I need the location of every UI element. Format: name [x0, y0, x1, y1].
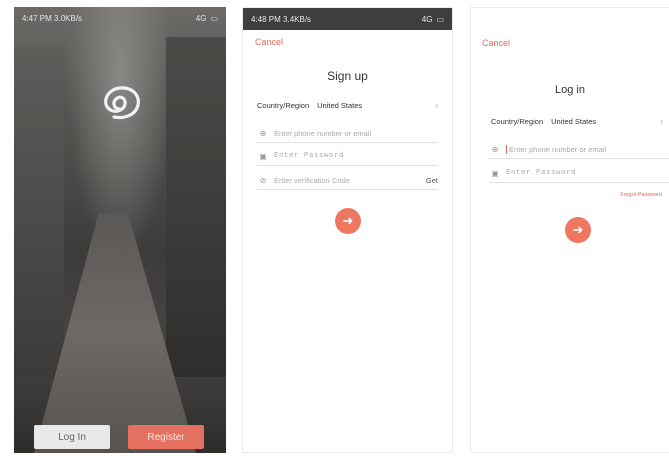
text-cursor	[506, 144, 507, 154]
status-net: 3.4KB/s	[283, 14, 312, 24]
region-value: United States	[317, 100, 363, 110]
status-time: 4:48 PM	[251, 14, 281, 24]
phone-placeholder: Enter phone number or email	[509, 144, 607, 154]
login-submit-button[interactable]: ➜	[565, 217, 591, 243]
status-signal: 4G	[195, 13, 207, 23]
region-value: United States	[551, 116, 597, 126]
country-region-selector[interactable]: Country/Region United States ›	[257, 97, 438, 113]
login-screen: Cancel Log in Country/Region United Stat…	[470, 7, 669, 453]
lock-icon: ▣	[491, 168, 499, 178]
password-input[interactable]: ▣ Enter Password	[489, 164, 669, 183]
app-logo-icon	[104, 86, 140, 120]
signup-screen: 4:48 PM 3.4KB/s 4G ▭ Cancel Sign up Coun…	[242, 7, 453, 453]
phone-email-input[interactable]: ⊕ Enter phone number or email	[489, 140, 669, 159]
status-time: 4:47 PM	[22, 13, 52, 23]
lock-icon: ▣	[259, 151, 267, 161]
country-region-selector[interactable]: Country/Region United States ›	[491, 113, 663, 129]
background-wall-left	[14, 47, 64, 377]
shield-check-icon: ⊘	[259, 175, 267, 185]
password-input[interactable]: ▣ Enter Password	[257, 147, 438, 166]
arrow-right-icon: ➜	[342, 213, 354, 228]
arrow-right-icon: ➜	[572, 222, 584, 237]
status-net: 3.0KB/s	[54, 13, 83, 23]
phone-icon: ⊕	[259, 128, 267, 138]
region-label: Country/Region	[257, 100, 310, 110]
register-button[interactable]: Register	[128, 425, 204, 449]
page-title: Sign up	[327, 69, 368, 83]
region-label: Country/Region	[491, 116, 544, 126]
chevron-right-icon: ›	[660, 116, 663, 126]
password-placeholder: Enter Password	[506, 169, 577, 177]
phone-placeholder: Enter phone number or email	[274, 128, 372, 138]
splash-screen: 4:47 PM 3.0KB/s 4G ▭ Log In Register	[14, 7, 226, 453]
status-bar: 4:47 PM 3.0KB/s 4G ▭	[14, 7, 226, 29]
phone-icon: ⊕	[491, 144, 499, 154]
get-code-button[interactable]: Get	[426, 176, 438, 185]
status-signal: 4G	[421, 14, 433, 24]
cancel-button[interactable]: Cancel	[482, 38, 510, 48]
background-wall-right	[166, 37, 226, 377]
signup-submit-button[interactable]: ➜	[335, 208, 361, 234]
page-title: Log in	[555, 84, 585, 96]
verification-code-input[interactable]: ⊘ Enter verification Code Get	[257, 171, 438, 190]
password-placeholder: Enter Password	[274, 152, 345, 160]
forgot-password-link[interactable]: Forgot Password	[620, 192, 662, 198]
phone-email-input[interactable]: ⊕ Enter phone number or email	[257, 124, 438, 143]
chevron-right-icon: ›	[435, 100, 438, 110]
battery-icon: ▭	[210, 13, 218, 23]
code-placeholder: Enter verification Code	[274, 175, 350, 185]
login-button[interactable]: Log In	[34, 425, 110, 449]
status-bar: 4:48 PM 3.4KB/s 4G ▭	[243, 8, 452, 30]
battery-icon: ▭	[436, 14, 444, 24]
cancel-button[interactable]: Cancel	[255, 37, 283, 47]
